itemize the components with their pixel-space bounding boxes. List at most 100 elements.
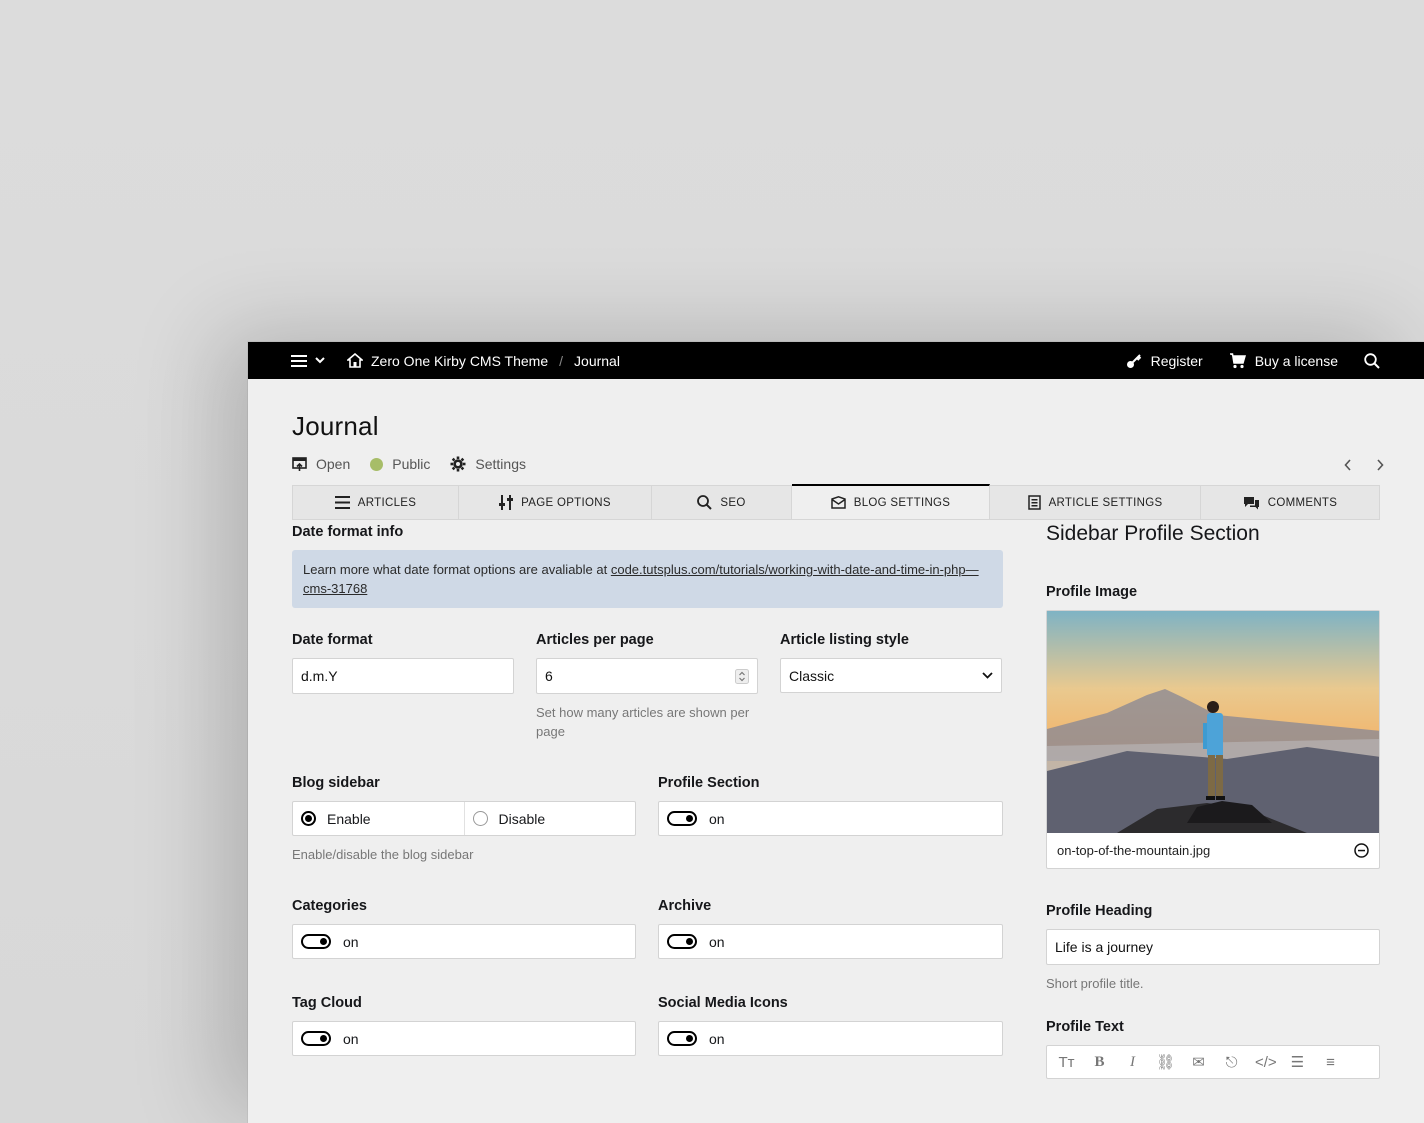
- main-content: Date format info Learn more what date fo…: [292, 524, 1003, 1056]
- articles-per-page-label: Articles per page: [536, 632, 654, 648]
- profile-image-card[interactable]: on-top-of-the-mountain.jpg: [1046, 610, 1380, 869]
- status-label: Public: [392, 456, 431, 472]
- breadcrumb-site[interactable]: Zero One Kirby CMS Theme: [371, 353, 548, 369]
- tab-label: BLOG SETTINGS: [853, 496, 951, 509]
- chevron-down-icon: [315, 357, 325, 364]
- disable-label: Disable: [498, 810, 546, 827]
- archive-value: on: [709, 933, 725, 950]
- email-icon[interactable]: ✉: [1189, 1053, 1208, 1071]
- profile-heading-value: Life is a journey: [1055, 939, 1154, 955]
- categories-toggle[interactable]: on: [292, 924, 636, 959]
- date-info-label: Date format info: [292, 524, 404, 540]
- register-label: Register: [1150, 352, 1203, 369]
- open-label: Open: [316, 456, 351, 472]
- page-navigation: [1344, 459, 1384, 471]
- chevron-right-icon[interactable]: [1376, 459, 1384, 471]
- sliders-icon: [499, 495, 514, 510]
- blog-sidebar-enable-option[interactable]: Enable: [293, 802, 464, 835]
- toggle-switch-icon[interactable]: [667, 811, 697, 826]
- tag-cloud-value: on: [343, 1030, 359, 1047]
- buy-license-label: Buy a license: [1254, 352, 1338, 369]
- blog-sidebar-radio-group: Enable Disable: [292, 801, 636, 836]
- tab-bar: ARTICLES PAGE OPTIONS SEO BLOG SETTINGS …: [292, 484, 1380, 520]
- radio-unchecked-icon[interactable]: [472, 811, 488, 826]
- mountain-photo: [1047, 611, 1379, 833]
- archive-toggle[interactable]: on: [658, 924, 1003, 959]
- bullet-list-icon[interactable]: ☰: [1288, 1053, 1307, 1071]
- search-icon: [697, 495, 713, 510]
- blog-sidebar-disable-option[interactable]: Disable: [463, 802, 636, 835]
- search-icon: [1364, 352, 1380, 369]
- listing-style-value: Classic: [789, 667, 835, 684]
- listing-style-label: Article listing style: [780, 632, 909, 648]
- enable-label: Enable: [327, 810, 371, 827]
- number-stepper-icon[interactable]: [735, 668, 749, 684]
- heading-icon[interactable]: Tт: [1057, 1054, 1076, 1071]
- profile-section-toggle[interactable]: on: [658, 801, 1003, 836]
- chevron-left-icon[interactable]: [1344, 459, 1352, 471]
- profile-heading-input[interactable]: Life is a journey: [1046, 929, 1380, 965]
- profile-text-label: Profile Text: [1046, 1019, 1124, 1035]
- toggle-switch-icon[interactable]: [667, 1031, 697, 1046]
- social-icons-label: Social Media Icons: [658, 995, 788, 1011]
- radio-checked-icon[interactable]: [301, 811, 316, 826]
- categories-value: on: [343, 933, 359, 950]
- breadcrumb: Zero One Kirby CMS Theme / Journal: [347, 353, 620, 369]
- profile-image[interactable]: [1047, 611, 1379, 833]
- date-format-label: Date format: [292, 632, 373, 648]
- profile-image-label: Profile Image: [1046, 584, 1138, 600]
- page-options: Open Public Settings: [292, 456, 1380, 472]
- document-icon: [1027, 495, 1041, 510]
- articles-per-page-input[interactable]: 6: [536, 658, 758, 694]
- attachment-icon[interactable]: ⎋: [1222, 1054, 1241, 1071]
- date-format-value: d.m.Y: [301, 668, 338, 684]
- social-icons-value: on: [709, 1030, 725, 1047]
- tab-seo[interactable]: SEO: [652, 486, 792, 519]
- profile-heading-label: Profile Heading: [1046, 903, 1153, 919]
- tab-comments[interactable]: COMMENTS: [1201, 486, 1379, 519]
- date-format-input[interactable]: d.m.Y: [292, 658, 514, 694]
- listing-style-select[interactable]: Classic: [780, 658, 1002, 693]
- open-button[interactable]: Open: [292, 456, 350, 472]
- tab-article-settings[interactable]: ARTICLE SETTINGS: [990, 486, 1201, 519]
- page-header: Journal Open Public Settings: [248, 379, 1424, 472]
- panel-window: Zero One Kirby CMS Theme / Journal Regis…: [248, 342, 1424, 1123]
- toggle-switch-icon[interactable]: [301, 934, 331, 949]
- bold-icon[interactable]: B: [1090, 1054, 1109, 1071]
- link-icon[interactable]: ⛓: [1156, 1053, 1175, 1071]
- buy-license-button[interactable]: Buy a license: [1229, 353, 1338, 369]
- tag-cloud-toggle[interactable]: on: [292, 1021, 636, 1056]
- toggle-switch-icon[interactable]: [301, 1031, 331, 1046]
- date-info-box: Learn more what date format options are …: [292, 550, 1003, 608]
- profile-section-label: Profile Section: [658, 775, 760, 791]
- ordered-list-icon[interactable]: ≡: [1321, 1054, 1340, 1071]
- remove-icon[interactable]: [1354, 843, 1369, 858]
- date-info-text: Learn more what date format options are …: [303, 562, 611, 577]
- toggle-switch-icon[interactable]: [667, 934, 697, 949]
- tab-articles[interactable]: ARTICLES: [293, 486, 459, 519]
- chat-icon: [1243, 496, 1259, 509]
- blog-sidebar-label: Blog sidebar: [292, 775, 380, 791]
- tab-label: PAGE OPTIONS: [521, 496, 611, 509]
- profile-text-toolbar: Tт B I ⛓ ✉ ⎋ </> ☰ ≡: [1046, 1045, 1380, 1079]
- italic-icon[interactable]: I: [1123, 1054, 1142, 1071]
- hamburger-icon: [291, 354, 307, 367]
- menu-button[interactable]: [291, 354, 325, 368]
- register-button[interactable]: Register: [1126, 353, 1203, 369]
- tab-page-options[interactable]: PAGE OPTIONS: [459, 486, 652, 519]
- blog-sidebar-help: Enable/disable the blog sidebar: [292, 847, 474, 862]
- status-button[interactable]: Public: [370, 456, 430, 472]
- search-button[interactable]: [1364, 352, 1380, 369]
- tab-label: SEO: [720, 496, 746, 509]
- open-external-icon: [292, 456, 307, 471]
- tab-label: ARTICLE SETTINGS: [1048, 496, 1163, 509]
- code-icon[interactable]: </>: [1255, 1054, 1277, 1071]
- tab-label: COMMENTS: [1267, 496, 1338, 509]
- tab-blog-settings[interactable]: BLOG SETTINGS: [792, 484, 990, 519]
- profile-heading-help: Short profile title.: [1046, 976, 1144, 991]
- breadcrumb-current[interactable]: Journal: [574, 353, 620, 369]
- profile-image-filename[interactable]: on-top-of-the-mountain.jpg: [1057, 843, 1210, 858]
- archive-label: Archive: [658, 898, 712, 914]
- settings-button[interactable]: Settings: [450, 456, 526, 472]
- social-icons-toggle[interactable]: on: [658, 1021, 1003, 1056]
